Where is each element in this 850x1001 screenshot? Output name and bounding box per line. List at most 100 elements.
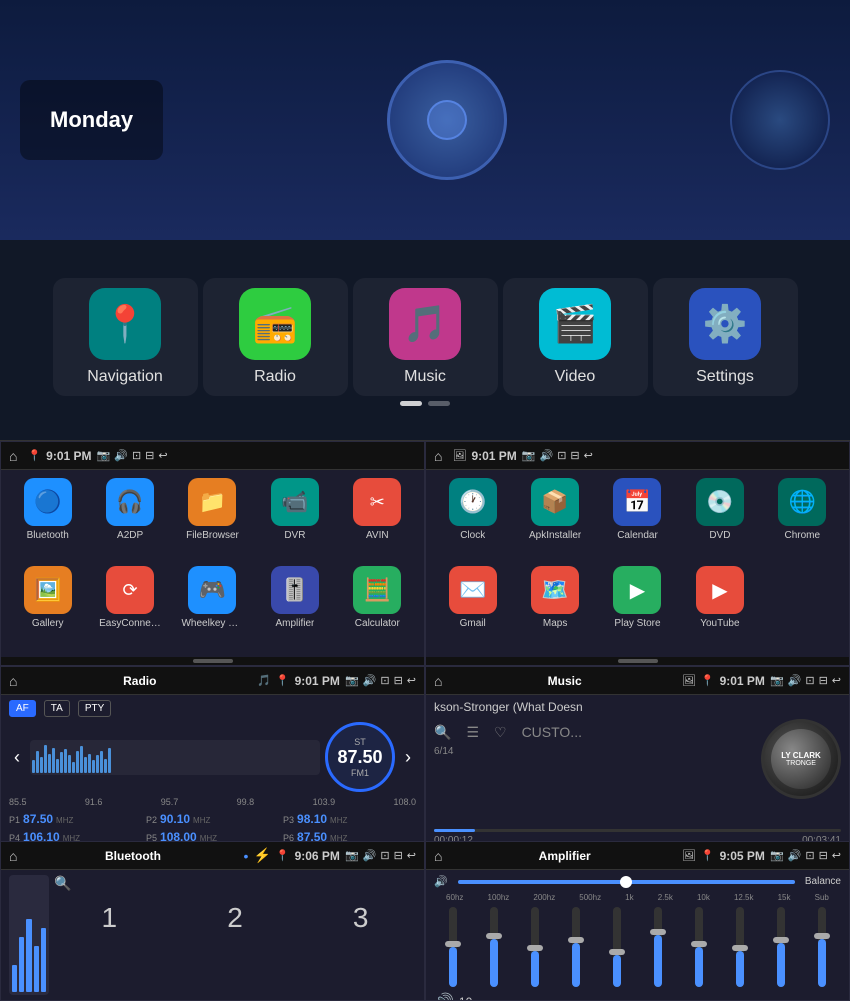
- eq-knob-100hz[interactable]: [486, 933, 502, 939]
- app-amplifier[interactable]: 🎚️ Amplifier: [256, 566, 333, 649]
- q1-home-icon[interactable]: ⌂: [9, 448, 17, 464]
- app-avin[interactable]: ✂ AVIN: [339, 478, 416, 561]
- app-clock[interactable]: 🕐 Clock: [434, 478, 511, 561]
- eq-knob-60hz[interactable]: [445, 941, 461, 947]
- app-filebrowser[interactable]: 📁 FileBrowser: [174, 478, 251, 561]
- app-calculator[interactable]: 🧮 Calculator: [339, 566, 416, 649]
- wheelkey-icon: 🎮: [188, 566, 236, 614]
- eq-bar-100hz[interactable]: [490, 907, 498, 987]
- app-playstore[interactable]: ▶ Play Store: [599, 566, 676, 649]
- eq-fill-10k: [695, 947, 703, 987]
- q4-back-icon[interactable]: ↩: [832, 674, 841, 687]
- q2-home-icon[interactable]: ⌂: [434, 448, 442, 464]
- app-gmail[interactable]: ✉️ Gmail: [434, 566, 511, 649]
- eq-bar-200hz[interactable]: [531, 907, 539, 987]
- eq-bar-1k[interactable]: [613, 907, 621, 987]
- radio-tab-pty[interactable]: PTY: [78, 700, 111, 717]
- q1-cast-icon: ⊟: [145, 449, 154, 462]
- q5-home-icon[interactable]: ⌂: [9, 848, 17, 864]
- eq-track-12-5k: [736, 907, 744, 987]
- q1-back-icon[interactable]: ↩: [158, 449, 167, 462]
- preset-p2[interactable]: P2 90.10 MHZ: [146, 812, 279, 826]
- q6-back-icon[interactable]: ↩: [832, 849, 841, 862]
- music-list-icon[interactable]: ☰: [466, 724, 479, 741]
- bt-waveform: [9, 875, 49, 995]
- freq-next-button[interactable]: ›: [400, 742, 416, 773]
- q5-back-icon[interactable]: ↩: [407, 849, 416, 862]
- eq-knob-10k[interactable]: [691, 941, 707, 947]
- app-apkinstaller[interactable]: 📦 ApkInstaller: [516, 478, 593, 561]
- eq-bar-500hz[interactable]: [572, 907, 580, 987]
- q6-title: Amplifier: [452, 849, 676, 863]
- preset-p1[interactable]: P1 87.50 MHZ: [9, 812, 142, 826]
- eq-label-500hz: 500hz: [579, 893, 601, 902]
- eq-knob-sub[interactable]: [814, 933, 830, 939]
- app-wheelkey[interactable]: 🎮 Wheelkey St...: [174, 566, 251, 649]
- q3-home-icon[interactable]: ⌂: [9, 673, 17, 689]
- eq-track-sub: [818, 907, 826, 987]
- app-gallery[interactable]: 🖼️ Gallery: [9, 566, 86, 649]
- q3-back-icon[interactable]: ↩: [407, 674, 416, 687]
- app-calendar[interactable]: 📅 Calendar: [599, 478, 676, 561]
- bluetooth-label: Bluetooth: [27, 530, 69, 541]
- bar2: [36, 751, 39, 773]
- app-bluetooth[interactable]: 🔵 Bluetooth: [9, 478, 86, 561]
- bt-num-3[interactable]: 3: [353, 902, 369, 934]
- amp-speaker-icon: 🔊: [434, 875, 448, 888]
- app-chrome[interactable]: 🌐 Chrome: [764, 478, 841, 561]
- dot-1: [400, 401, 422, 406]
- q3-time: 9:01 PM: [295, 674, 340, 688]
- q5-status-bar: ⌂ Bluetooth • ⚡ 📍 9:06 PM 📷 🔊 ⊡ ⊟ ↩: [1, 842, 424, 870]
- bt-num-2[interactable]: 2: [227, 902, 243, 934]
- app-dvd[interactable]: 💿 DVD: [681, 478, 758, 561]
- eq-bar-2-5k[interactable]: [654, 907, 662, 987]
- app-settings[interactable]: ⚙️ Settings: [653, 278, 798, 396]
- music-heart-icon[interactable]: ♡: [494, 724, 507, 741]
- bt-contacts-area: 🔍 1 2 3: [54, 875, 416, 995]
- eq-bar-60hz[interactable]: [449, 907, 457, 987]
- q6-pin-icon: 📍: [701, 849, 715, 862]
- app-navigation[interactable]: 📍 Navigation: [53, 278, 198, 396]
- radio-tab-af[interactable]: AF: [9, 700, 36, 717]
- q4-title: Music: [452, 674, 676, 688]
- app-maps[interactable]: 🗺️ Maps: [516, 566, 593, 649]
- freq-prev-button[interactable]: ‹: [9, 742, 25, 773]
- eq-bar-10k[interactable]: [695, 907, 703, 987]
- music-custom-label[interactable]: CUSTO...: [522, 724, 582, 741]
- preset-p3[interactable]: P3 98.10 MHZ: [283, 812, 416, 826]
- app-youtube[interactable]: ▶ YouTube: [681, 566, 758, 649]
- app-radio[interactable]: 📻 Radio: [203, 278, 348, 396]
- q2-back-icon[interactable]: ↩: [584, 449, 593, 462]
- app-music[interactable]: 🎵 Music: [353, 278, 498, 396]
- app-easyconnect[interactable]: ⟳ EasyConnect...: [91, 566, 168, 649]
- eq-knob-2-5k[interactable]: [650, 929, 666, 935]
- q4-home-icon[interactable]: ⌂: [434, 673, 442, 689]
- bt-num-1[interactable]: 1: [102, 902, 118, 934]
- radio-tab-ta[interactable]: TA: [44, 700, 70, 717]
- eq-bar-12-5k[interactable]: [736, 907, 744, 987]
- freq-108: 108.0: [393, 797, 416, 807]
- music-label: Music: [404, 368, 446, 386]
- eq-knob-15k[interactable]: [773, 937, 789, 943]
- music-progress-bar[interactable]: [434, 829, 841, 832]
- music-actions: 🔍 ☰ ♡ CUSTO...: [434, 724, 751, 741]
- bar1: [32, 760, 35, 772]
- bt-search-icon[interactable]: 🔍: [54, 875, 71, 892]
- q6-home-icon[interactable]: ⌂: [434, 848, 442, 864]
- eq-bar-15k[interactable]: [777, 907, 785, 987]
- eq-bars-area: [434, 907, 841, 987]
- eq-fill-100hz: [490, 939, 498, 987]
- eq-knob-200hz[interactable]: [527, 945, 543, 951]
- app-a2dp[interactable]: 🎧 A2DP: [91, 478, 168, 561]
- chrome-icon: 🌐: [778, 478, 826, 526]
- bar19: [104, 759, 107, 773]
- app-video[interactable]: 🎬 Video: [503, 278, 648, 396]
- eq-bar-sub[interactable]: [818, 907, 826, 987]
- eq-knob-500hz[interactable]: [568, 937, 584, 943]
- eq-knob-1k[interactable]: [609, 949, 625, 955]
- navigation-icon: 📍: [89, 288, 161, 360]
- eq-knob-12-5k[interactable]: [732, 945, 748, 951]
- app-dvr[interactable]: 📹 DVR: [256, 478, 333, 561]
- music-search-icon[interactable]: 🔍: [434, 724, 451, 741]
- amp-balance-slider[interactable]: [458, 880, 795, 884]
